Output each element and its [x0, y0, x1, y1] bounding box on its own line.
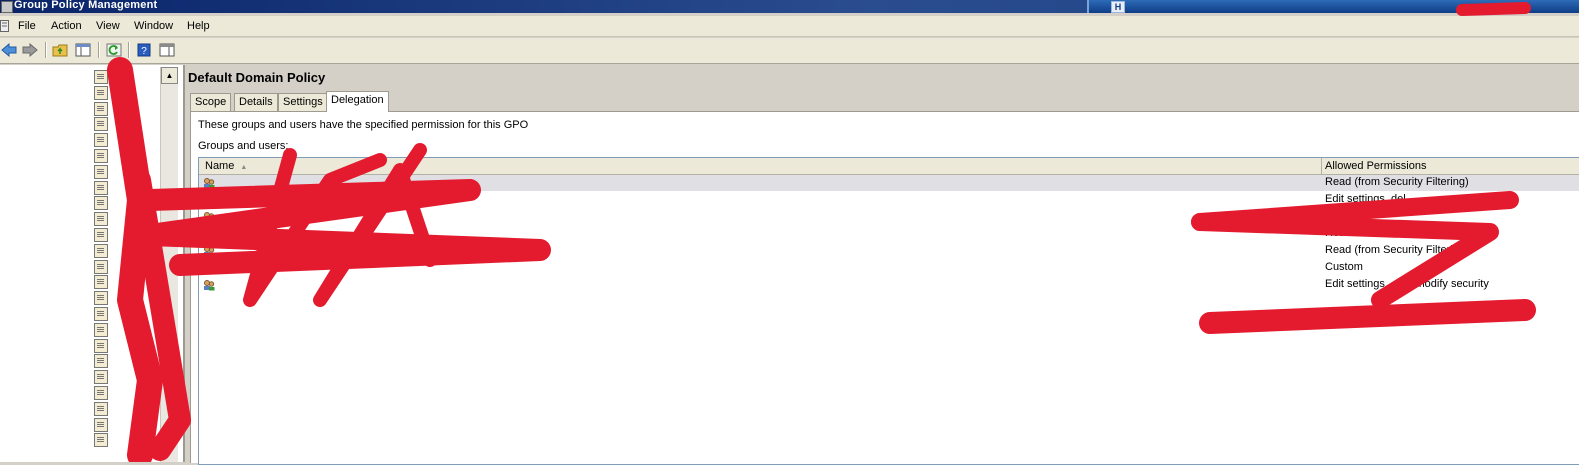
policy-node-icon[interactable]: [94, 117, 108, 132]
console-tree[interactable]: ▲: [0, 65, 185, 462]
show-hide-tree-icon: [75, 43, 91, 57]
details-pane: Default Domain Policy Scope Details Sett…: [185, 65, 1579, 465]
allowed-permission-cell: Custom: [1325, 261, 1363, 273]
refresh-icon: [106, 43, 122, 57]
table-row[interactable]: Edit settings, del: [199, 192, 1579, 208]
column-divider[interactable]: [1321, 158, 1322, 174]
allowed-permission-cell: curity: [1325, 210, 1352, 222]
menu-bar: File Action View Window Help: [0, 16, 1579, 37]
policy-node-icon[interactable]: [94, 85, 108, 100]
table-row[interactable]: Edit settings, ...te, modify security: [199, 277, 1579, 293]
tree-scrollbar[interactable]: ▲: [160, 67, 178, 462]
title-bar: Group Policy Management H: [0, 0, 1579, 13]
gpo-title: Default Domain Policy: [188, 70, 326, 85]
title-bar-right-area: H: [1087, 0, 1579, 13]
policy-node-icon[interactable]: [94, 338, 108, 353]
list-header: Name ▲ Allowed Permissions: [199, 158, 1579, 175]
console-icon: [159, 43, 175, 57]
menu-help[interactable]: Help: [187, 20, 210, 32]
policy-node-icon[interactable]: [94, 196, 108, 211]
scroll-up-arrow-icon[interactable]: ▲: [161, 67, 178, 84]
user-group-icon: [204, 178, 215, 189]
policy-node-icon[interactable]: [94, 101, 108, 116]
tab-scope[interactable]: Scope: [190, 93, 232, 111]
show-hide-tree-button[interactable]: [74, 41, 92, 59]
policy-node-icon[interactable]: [94, 180, 108, 195]
delegation-description: These groups and users have the specifie…: [198, 119, 529, 131]
user-group-icon: [204, 263, 215, 274]
groups-and-users-label: Groups and users:: [198, 140, 289, 152]
system-menu-icon[interactable]: [0, 20, 9, 32]
policy-node-icon[interactable]: [94, 243, 108, 258]
table-row[interactable]: Custom: [199, 260, 1579, 276]
allowed-permission-cell: Edit settings, ...te, modify security: [1325, 278, 1489, 290]
pin-icon[interactable]: H: [1111, 1, 1125, 13]
up-folder-button[interactable]: [51, 41, 69, 59]
policy-node-icon[interactable]: [94, 433, 108, 448]
user-group-icon: [204, 229, 215, 240]
allowed-permission-cell: Read (from Security Filtering): [1325, 176, 1469, 188]
back-icon: [1, 43, 17, 57]
up-folder-icon: [52, 44, 68, 57]
toolbar-separator: [128, 42, 130, 58]
policy-node-icon[interactable]: [94, 149, 108, 163]
policy-node-icon[interactable]: [94, 386, 108, 400]
allowed-permission-cell: Read (from Security Filterin: [1325, 244, 1459, 256]
help-button[interactable]: ?: [135, 41, 153, 59]
policy-node-icon[interactable]: [94, 370, 108, 385]
policy-node-icon[interactable]: [94, 259, 108, 274]
table-row[interactable]: curity: [199, 209, 1579, 225]
user-group-icon: [204, 280, 215, 291]
help-icon: ?: [137, 43, 151, 57]
table-row[interactable]: Read: [199, 226, 1579, 242]
svg-text:?: ?: [141, 46, 147, 57]
menu-view[interactable]: View: [96, 20, 120, 32]
policy-node-icon[interactable]: [94, 291, 108, 306]
policy-node-icon[interactable]: [94, 275, 108, 290]
policy-node-icon[interactable]: [94, 401, 108, 416]
forward-button[interactable]: [21, 41, 39, 59]
policy-node-icon[interactable]: [94, 133, 108, 148]
policy-node-icon[interactable]: [94, 417, 108, 432]
console-button[interactable]: [158, 41, 176, 59]
policy-node-icon[interactable]: [94, 164, 108, 179]
policy-node-icon[interactable]: [94, 228, 108, 242]
toolbar-separator: [45, 42, 47, 58]
delegation-tab-content: These groups and users have the specifie…: [190, 111, 1579, 465]
user-group-icon: [204, 212, 215, 223]
menu-action[interactable]: Action: [51, 20, 82, 32]
column-header-permissions[interactable]: Allowed Permissions: [1325, 160, 1426, 172]
policy-node-icon[interactable]: [94, 322, 108, 337]
tab-details[interactable]: Details: [234, 93, 278, 111]
groups-and-users-list[interactable]: Name ▲ Allowed Permissions Read (from Sec…: [198, 157, 1579, 465]
menu-file[interactable]: File: [18, 20, 36, 32]
policy-node-icon[interactable]: [94, 307, 108, 321]
user-group-icon: [204, 246, 215, 257]
window-title: Group Policy Management: [14, 0, 158, 11]
table-row[interactable]: Read (from Security Filterin: [199, 243, 1579, 259]
back-button[interactable]: [0, 41, 18, 59]
table-row[interactable]: Read (from Security Filtering): [199, 175, 1579, 191]
tab-settings[interactable]: Settings: [278, 93, 328, 111]
allowed-permission-cell: Edit settings, del: [1325, 193, 1406, 205]
policy-node-icon[interactable]: [94, 354, 108, 369]
allowed-permission-cell: Read: [1325, 227, 1352, 239]
column-header-name[interactable]: Name ▲: [205, 160, 247, 172]
toolbar: ?: [0, 38, 1579, 64]
policy-node-icon[interactable]: [94, 70, 108, 84]
policy-node-icon[interactable]: [94, 212, 108, 227]
app-icon: [1, 1, 13, 13]
refresh-button[interactable]: [105, 41, 123, 59]
user-group-icon: [204, 195, 215, 206]
menu-window[interactable]: Window: [134, 20, 173, 32]
toolbar-separator: [98, 42, 100, 58]
forward-icon: [22, 43, 38, 57]
sort-ascending-icon: ▲: [240, 164, 248, 171]
tab-delegation[interactable]: Delegation: [326, 91, 389, 112]
